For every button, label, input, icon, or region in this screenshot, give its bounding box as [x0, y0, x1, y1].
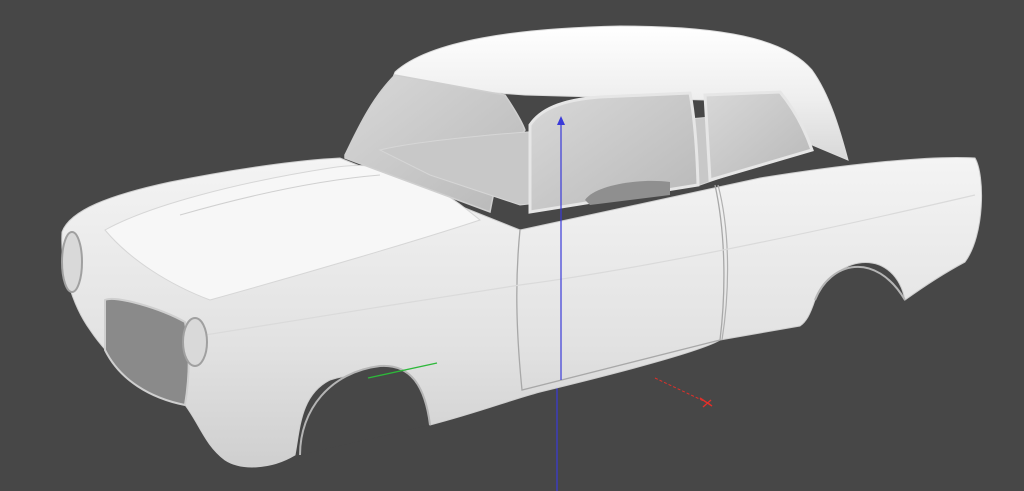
- x-axis-line: [654, 377, 711, 405]
- 3d-viewport[interactable]: [0, 0, 1024, 491]
- car-body-model[interactable]: [61, 25, 982, 468]
- right-headlight: [182, 317, 208, 367]
- viewport-canvas[interactable]: [0, 0, 1024, 491]
- x-axis-marker: [699, 397, 713, 408]
- left-headlight: [61, 231, 83, 293]
